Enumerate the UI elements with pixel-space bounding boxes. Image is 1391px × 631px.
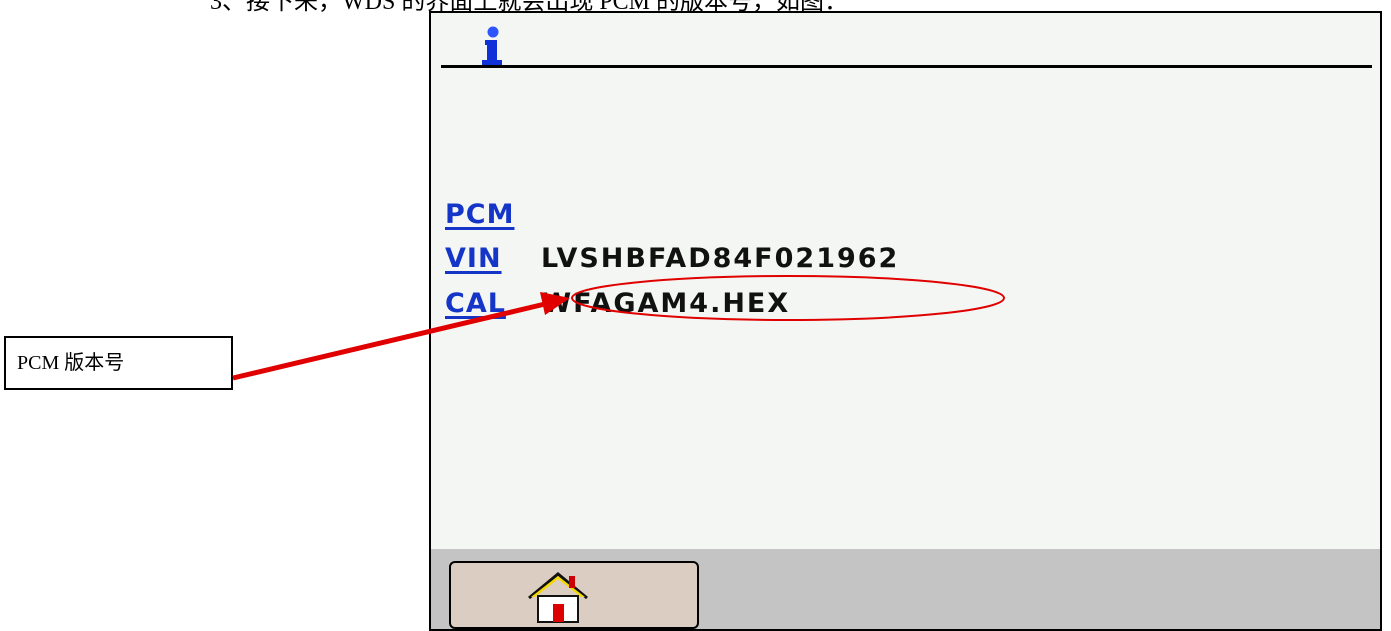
pcm-row: PCM xyxy=(445,199,544,230)
cal-label[interactable]: CAL xyxy=(445,288,506,319)
cal-row: CAL WFAGAM4.HEX xyxy=(445,288,790,319)
annotation-label: PCM 版本号 xyxy=(4,336,233,390)
wds-screen: PCM VIN LVSHBFAD84F021962 CAL WFAGAM4.HE… xyxy=(429,11,1382,631)
vin-label[interactable]: VIN xyxy=(445,243,502,274)
header-divider xyxy=(441,65,1372,68)
pcm-label[interactable]: PCM xyxy=(445,199,514,230)
vin-value: LVSHBFAD84F021962 xyxy=(540,243,900,274)
info-icon xyxy=(482,26,502,65)
home-icon xyxy=(528,572,588,623)
vin-row: VIN LVSHBFAD84F021962 xyxy=(445,243,899,274)
cal-value: WFAGAM4.HEX xyxy=(541,288,791,319)
